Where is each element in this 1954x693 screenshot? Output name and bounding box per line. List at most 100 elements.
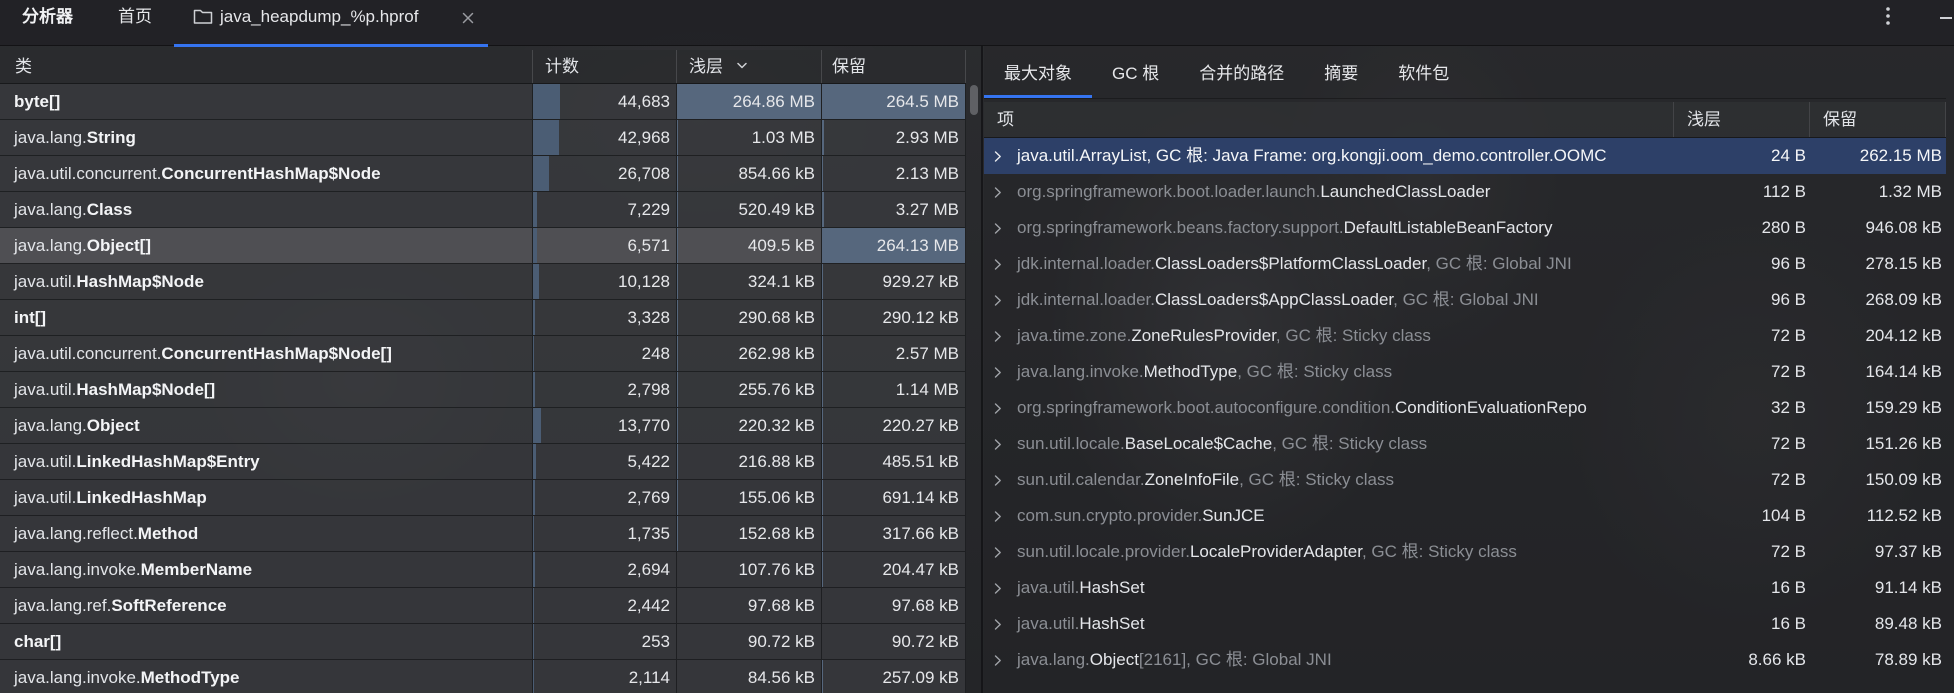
column-header-class[interactable]: 类	[0, 50, 533, 83]
object-retained-size: 268.09 kB	[1865, 290, 1942, 309]
retained-size-cell: 264.13 MB	[822, 228, 966, 263]
chevron-right-icon[interactable]	[994, 547, 1002, 558]
object-package: java.util.	[1017, 146, 1080, 165]
shallow-size: 152.68 kB	[738, 524, 815, 543]
instance-count: 2,798	[627, 380, 670, 399]
class-table-row[interactable]: java.lang.Object 13,770 220.32 kB 220.27 kB	[0, 408, 966, 444]
class-table-row[interactable]: java.util.concurrent.ConcurrentHashMap$N…	[0, 156, 966, 192]
retained-size: 691.14 kB	[882, 488, 959, 507]
chevron-right-icon[interactable]	[994, 475, 1002, 486]
chevron-down-icon[interactable]	[737, 62, 747, 69]
shallow-size: 290.68 kB	[738, 308, 815, 327]
largest-object-row[interactable]: sun.util.locale.BaseLocale$Cache, GC 根: …	[984, 426, 1946, 462]
tab-gc-roots[interactable]: GC 根	[1092, 54, 1179, 98]
object-package: jdk.internal.loader.	[1017, 290, 1155, 309]
column-header-count[interactable]: 计数	[533, 50, 677, 83]
chevron-right-icon[interactable]	[994, 403, 1002, 414]
app-title-tab[interactable]: 分析器	[22, 5, 73, 29]
column-header-shallow[interactable]: 浅层	[677, 50, 822, 83]
class-table-row[interactable]: java.lang.reflect.Method 1,735 152.68 kB 31…	[0, 516, 966, 552]
chevron-right-icon[interactable]	[994, 151, 1002, 162]
chevron-right-icon[interactable]	[994, 187, 1002, 198]
largest-object-row[interactable]: jdk.internal.loader.ClassLoaders$Platfor…	[984, 246, 1946, 282]
object-shallow-size: 32 B	[1771, 398, 1806, 417]
object-shallow-size: 72 B	[1771, 326, 1806, 345]
chevron-right-icon[interactable]	[994, 583, 1002, 594]
largest-object-row[interactable]: jdk.internal.loader.ClassLoaders$AppClas…	[984, 282, 1946, 318]
chevron-right-icon[interactable]	[994, 367, 1002, 378]
shallow-size-cell: 216.88 kB	[677, 444, 822, 479]
largest-object-row[interactable]: sun.util.calendar.ZoneInfoFile, GC 根: St…	[984, 462, 1946, 498]
largest-object-row[interactable]: java.util.ArrayList, GC 根: Java Frame: o…	[984, 138, 1946, 174]
close-icon[interactable]	[461, 11, 475, 25]
tab-heapdump-file[interactable]: java_heapdump_%p.hprof	[174, 0, 488, 47]
instance-count-bar	[533, 660, 535, 693]
chevron-right-icon[interactable]	[994, 295, 1002, 306]
instance-count: 1,735	[627, 524, 670, 543]
column-header-retained[interactable]: 保留	[822, 50, 966, 83]
object-retained-size: 278.15 kB	[1865, 254, 1942, 273]
object-item-cell: java.time.zone.ZoneRulesProvider, GC 根: …	[984, 318, 1674, 354]
class-table-row[interactable]: java.lang.invoke.MemberName 2,694 107.76 k…	[0, 552, 966, 588]
class-table-row[interactable]: java.util.LinkedHashMap$Entry 5,422 216.88…	[0, 444, 966, 480]
chevron-right-icon[interactable]	[994, 259, 1002, 270]
class-table-row[interactable]: java.lang.Class 7,229 520.49 kB 3.27 MB	[0, 192, 966, 228]
column-header-retained-label: 保留	[832, 57, 866, 76]
class-table-row[interactable]: java.util.concurrent.ConcurrentHashMap$N…	[0, 336, 966, 372]
largest-object-row[interactable]: sun.util.locale.provider.LocaleProviderA…	[984, 534, 1946, 570]
class-table-row[interactable]: java.util.HashMap$Node 10,128 324.1 kB 929.…	[0, 264, 966, 300]
largest-object-row[interactable]: java.util.HashSet 16 B 91.14 kB	[984, 570, 1946, 606]
object-gc-root-info: , GC 根: Sticky class	[1272, 434, 1428, 453]
panel-splitter[interactable]	[981, 46, 983, 693]
object-retained-size: 946.08 kB	[1865, 218, 1942, 237]
largest-object-row[interactable]: java.util.HashSet 16 B 89.48 kB	[984, 606, 1946, 642]
largest-object-row[interactable]: java.time.zone.ZoneRulesProvider, GC 根: …	[984, 318, 1946, 354]
tab-packages[interactable]: 软件包	[1378, 54, 1469, 98]
chevron-right-icon[interactable]	[994, 223, 1002, 234]
largest-object-row[interactable]: org.springframework.boot.loader.launch.L…	[984, 174, 1946, 210]
tab-merged-paths[interactable]: 合并的路径	[1179, 54, 1304, 98]
class-table-row[interactable]: java.lang.ref.SoftReference 2,442 97.68 kB…	[0, 588, 966, 624]
class-table-row[interactable]: java.lang.String 42,968 1.03 MB 2.93 MB	[0, 120, 966, 156]
largest-object-row[interactable]: org.springframework.boot.autoconfigure.c…	[984, 390, 1946, 426]
tab-summary[interactable]: 摘要	[1304, 54, 1378, 98]
object-retained-size: 91.14 kB	[1874, 578, 1942, 597]
class-table-row[interactable]: java.util.LinkedHashMap 2,769 155.06 kB 691…	[0, 480, 966, 516]
shallow-size-cell: 264.86 MB	[677, 84, 822, 119]
tab-largest-objects[interactable]: 最大对象	[984, 54, 1092, 98]
chevron-right-icon[interactable]	[994, 511, 1002, 522]
column-header-shallow[interactable]: 浅层	[1674, 102, 1810, 137]
largest-object-row[interactable]: org.springframework.beans.factory.suppor…	[984, 210, 1946, 246]
chevron-right-icon[interactable]	[994, 619, 1002, 630]
column-header-retained[interactable]: 保留	[1810, 102, 1946, 137]
vertical-scrollbar[interactable]	[969, 84, 979, 693]
object-item-cell: org.springframework.beans.factory.suppor…	[984, 210, 1674, 246]
class-table-row[interactable]: java.lang.Object[] 6,571 409.5 kB 264.13 MB	[0, 228, 966, 264]
column-header-item[interactable]: 项	[984, 102, 1674, 137]
chevron-right-icon[interactable]	[994, 439, 1002, 450]
retained-size-bar	[822, 192, 824, 227]
class-table-row[interactable]: java.util.HashMap$Node[] 2,798 255.76 kB 1.…	[0, 372, 966, 408]
largest-object-row[interactable]: java.lang.invoke.MethodType, GC 根: Stick…	[984, 354, 1946, 390]
scrollbar-thumb[interactable]	[970, 85, 978, 115]
minimize-icon[interactable]	[1940, 17, 1952, 19]
class-table-row[interactable]: java.lang.invoke.MethodType 2,114 84.56 kB…	[0, 660, 966, 693]
more-vertical-icon[interactable]	[1882, 6, 1894, 26]
chevron-right-icon[interactable]	[994, 655, 1002, 666]
largest-object-row[interactable]: java.lang.Object[2161], GC 根: Global JNI…	[984, 642, 1946, 678]
object-item-cell: java.util.HashSet	[984, 570, 1674, 606]
tab-home[interactable]: 首页	[118, 5, 152, 29]
shallow-size: 97.68 kB	[747, 596, 815, 615]
class-table-row[interactable]: int[] 3,328 290.68 kB 290.12 kB	[0, 300, 966, 336]
object-item-cell: jdk.internal.loader.ClassLoaders$Platfor…	[984, 246, 1674, 282]
retained-size: 2.13 MB	[895, 164, 959, 183]
class-name-cell: java.lang.Object	[0, 408, 533, 443]
class-name: SoftReference	[111, 596, 227, 615]
shallow-size-cell: 1.03 MB	[677, 120, 822, 155]
chevron-right-icon[interactable]	[994, 331, 1002, 342]
class-table-row[interactable]: char[] 253 90.72 kB 90.72 kB	[0, 624, 966, 660]
shallow-size-cell: 220.32 kB	[677, 408, 822, 443]
largest-object-row[interactable]: com.sun.crypto.provider.SunJCE 104 B 112.5…	[984, 498, 1946, 534]
class-table-row[interactable]: byte[] 44,683 264.86 MB 264.5 MB	[0, 84, 966, 120]
object-class-name: ClassLoaders$AppClassLoader	[1154, 290, 1394, 309]
